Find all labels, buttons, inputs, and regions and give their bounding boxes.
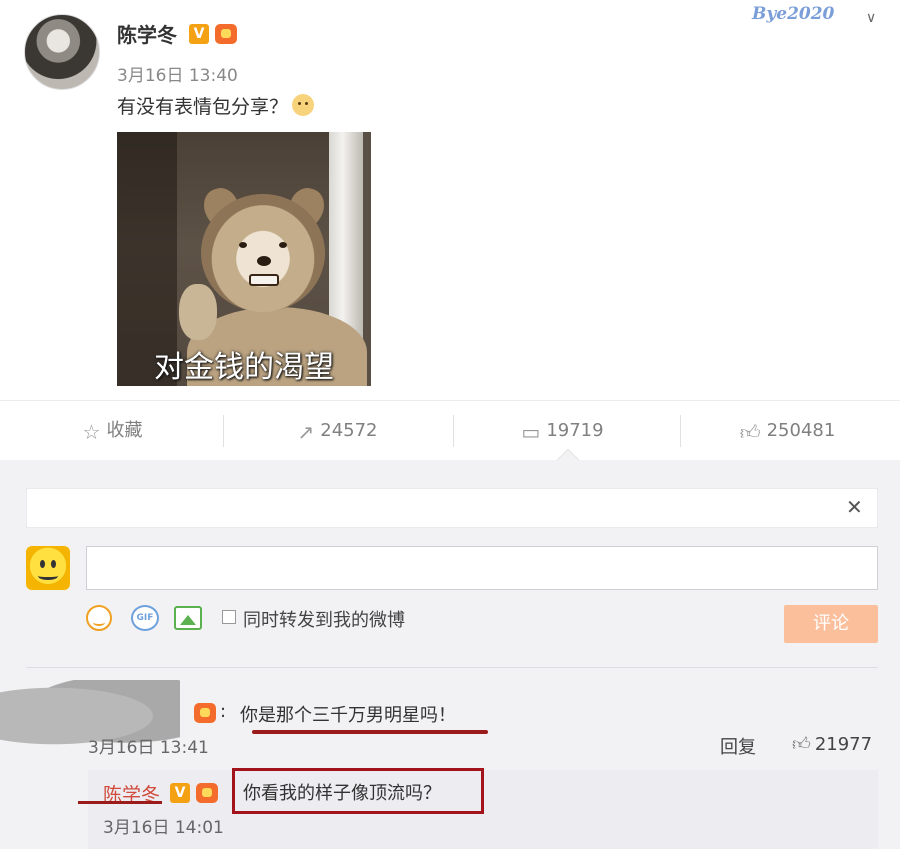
author-name[interactable]: 陈学冬	[117, 19, 177, 48]
watermark: Bye2020	[752, 4, 835, 24]
comment-button[interactable]: ▭ 19719	[450, 401, 675, 461]
red-underline-annotation	[252, 730, 488, 734]
close-icon[interactable]: ✕	[846, 495, 863, 519]
avatar-eye-right	[51, 560, 56, 568]
repost-label[interactable]: 同时转发到我的微博	[243, 606, 405, 632]
author-avatar[interactable]	[24, 14, 100, 90]
avatar-mouth	[38, 572, 58, 580]
comment-like-count: 21977	[814, 734, 873, 755]
chevron-down-icon[interactable]: ∨	[866, 10, 876, 26]
star-icon: ☆	[82, 420, 101, 444]
medal-icon	[194, 702, 216, 723]
post-time[interactable]: 3月16日 13:40	[117, 61, 238, 86]
reply-time: 3月16日 14:01	[103, 818, 224, 838]
repost-checkbox[interactable]	[222, 610, 236, 624]
action-bar: ☆ 收藏 ↗ 24572 ▭ 19719 👍︎ 250481	[0, 400, 900, 460]
medal-icon	[215, 23, 237, 44]
submit-comment-button[interactable]: 评论	[784, 605, 878, 643]
my-avatar[interactable]	[26, 546, 70, 590]
cat-emoji-icon	[292, 94, 315, 116]
dog-nose	[257, 256, 271, 266]
divider	[26, 667, 878, 668]
reply-author-badges: V	[170, 782, 218, 803]
like-button[interactable]: 👍︎ 250481	[675, 401, 900, 461]
comment-like-button[interactable]: 👍︎ 21977	[792, 733, 872, 755]
favorite-button[interactable]: ☆ 收藏	[0, 401, 225, 461]
gif-icon[interactable]: GIF	[131, 605, 159, 631]
post-text-container: 有没有表情包分享？	[117, 92, 315, 119]
reply-button[interactable]: 回复	[720, 733, 756, 759]
forward-button[interactable]: ↗ 24572	[225, 401, 450, 461]
dog-eye-right	[279, 242, 287, 248]
image-icon[interactable]	[174, 606, 202, 630]
like-count: 250481	[766, 420, 836, 441]
notice-bar	[26, 488, 878, 528]
post-image[interactable]: 对金钱的渴望	[117, 132, 371, 386]
comment-text: 你是那个三千万男明星吗！	[240, 705, 456, 726]
comment-icon: ▭	[521, 420, 541, 444]
dog-paw	[179, 284, 217, 340]
red-underline-annotation	[78, 801, 162, 804]
comment-count: 19719	[546, 420, 604, 441]
dog-head	[201, 194, 325, 312]
comment-colon: :	[220, 701, 227, 722]
emoji-icon[interactable]	[86, 605, 112, 631]
forward-count: 24572	[320, 420, 378, 441]
medal-icon	[196, 782, 218, 803]
dog-teeth	[249, 274, 279, 286]
verified-badge: V	[189, 23, 209, 44]
favorite-label: 收藏	[106, 420, 143, 441]
image-caption: 对金钱的渴望	[154, 350, 334, 385]
verified-badge: V	[170, 782, 190, 803]
post-text: 有没有表情包分享？	[117, 96, 289, 118]
dog-eye-left	[239, 242, 247, 248]
forward-icon: ↗	[297, 420, 315, 444]
thumbs-up-icon: 👍︎	[792, 734, 811, 755]
thumbs-up-icon: 👍︎	[739, 420, 761, 444]
comment-input[interactable]	[86, 546, 878, 590]
commenter-badge	[194, 702, 216, 723]
divider	[223, 415, 224, 447]
reply-text: 你看我的样子像顶流吗？	[243, 783, 441, 804]
author-badges: V	[189, 23, 237, 44]
comment-time: 3月16日 13:41	[88, 738, 209, 758]
avatar-eye-left	[40, 560, 45, 568]
